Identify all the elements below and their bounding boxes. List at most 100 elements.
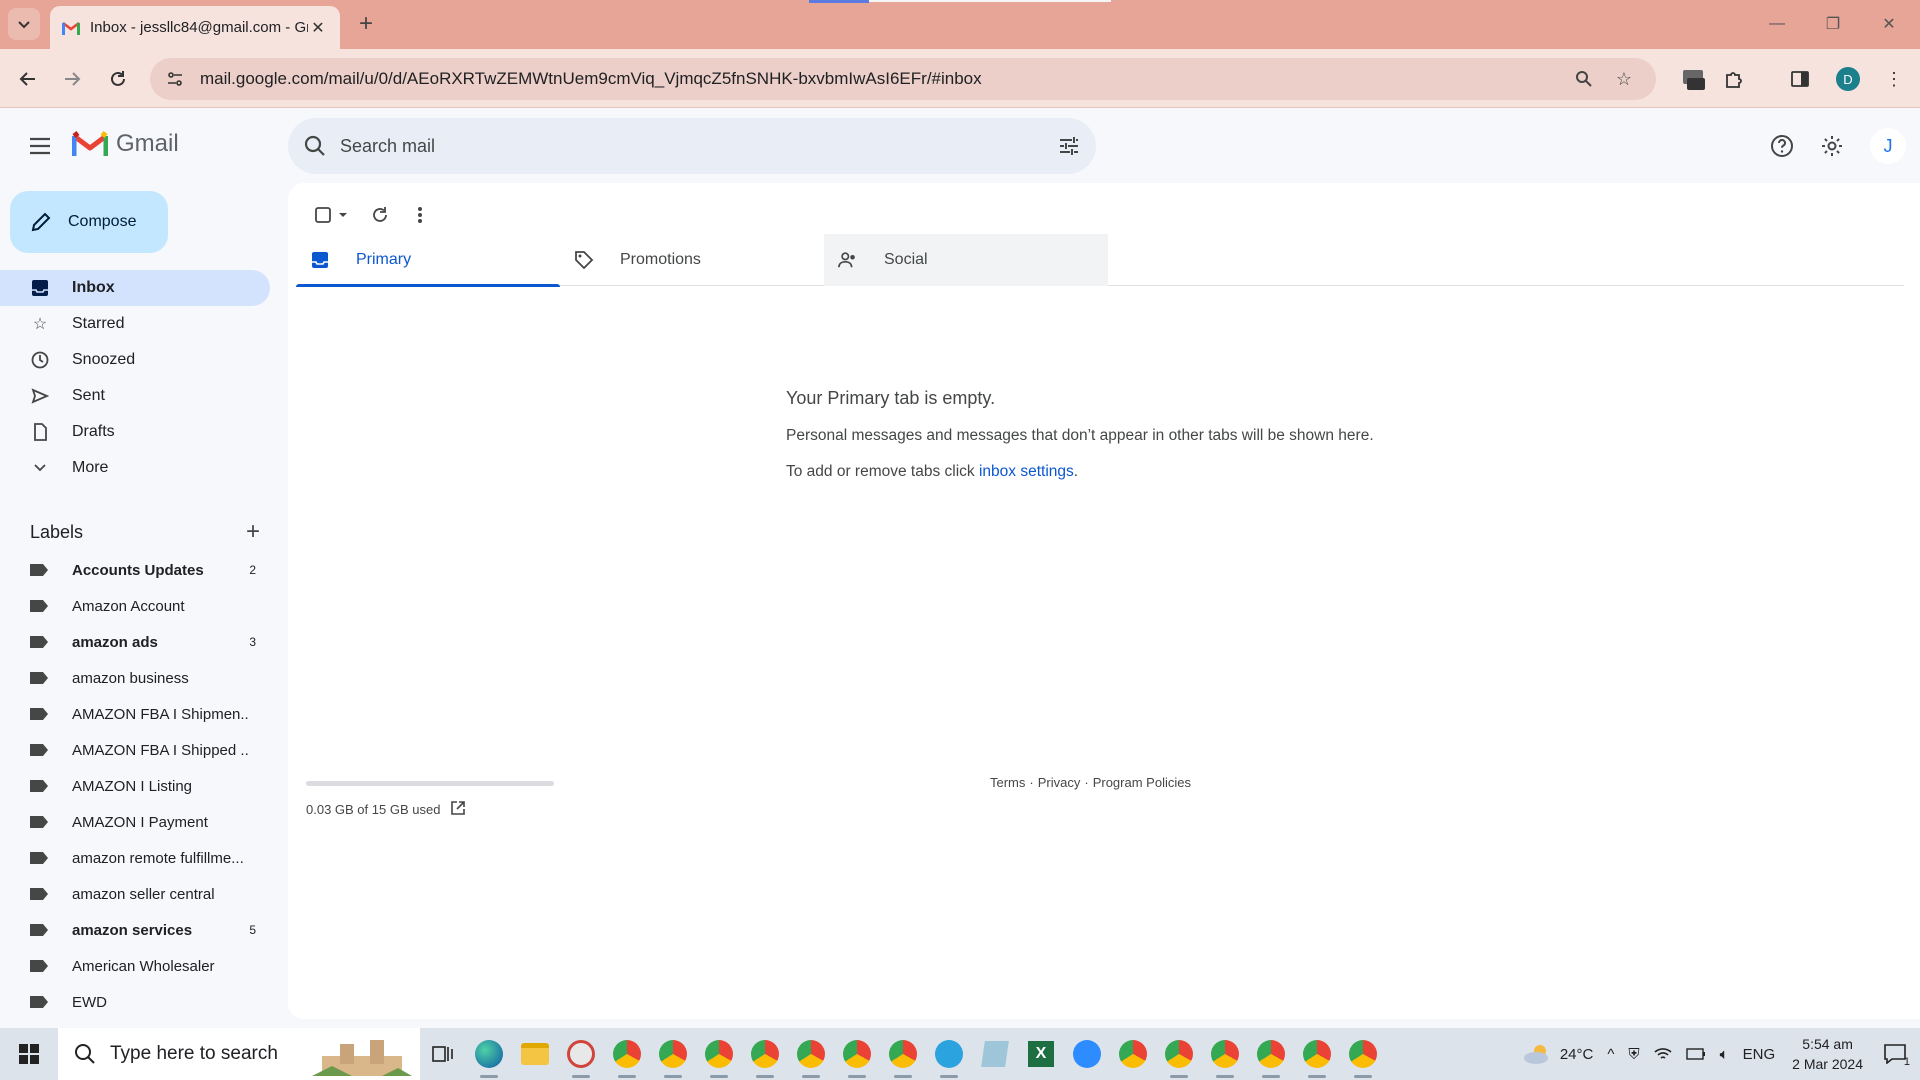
create-label-plus-icon[interactable]: + — [246, 518, 260, 546]
tab-search-button[interactable] — [8, 8, 40, 40]
label-item[interactable]: AMAZON I Listing — [0, 768, 270, 804]
site-info-icon[interactable] — [166, 70, 184, 88]
label-item[interactable]: AMAZON FBA I Shipmen... — [0, 696, 270, 732]
taskbar-chrome-8[interactable] — [1110, 1028, 1156, 1080]
taskbar-chrome-12[interactable] — [1294, 1028, 1340, 1080]
storage-info: 0.03 GB of 15 GB used — [306, 781, 554, 819]
privacy-link[interactable]: Privacy — [1038, 775, 1081, 790]
security-icon[interactable]: ⛨ — [1628, 1046, 1639, 1063]
taskbar-search-box[interactable]: Type here to search — [58, 1028, 420, 1080]
loading-track — [869, 0, 1111, 2]
forward-button[interactable] — [56, 63, 88, 95]
taskbar-zoom[interactable] — [1064, 1028, 1110, 1080]
open-in-new-icon[interactable] — [450, 800, 466, 819]
taskbar-excel[interactable]: X — [1018, 1028, 1064, 1080]
browser-profile-button[interactable]: D — [1832, 63, 1864, 95]
label-item[interactable]: AMAZON FBA I Shipped ... — [0, 732, 270, 768]
label-item[interactable]: EWD — [0, 984, 270, 1020]
label-item[interactable]: amazon business — [0, 660, 270, 696]
taskbar-file-explorer[interactable] — [512, 1028, 558, 1080]
side-panel-icon[interactable] — [1784, 63, 1816, 95]
extension-off-icon[interactable] — [1678, 63, 1710, 95]
label-item[interactable]: amazon remote fulfillme... — [0, 840, 270, 876]
nav-item-sent[interactable]: Sent — [0, 378, 270, 414]
taskbar-chrome-10[interactable] — [1202, 1028, 1248, 1080]
taskbar-telegram[interactable] — [926, 1028, 972, 1080]
help-button[interactable] — [1762, 126, 1802, 166]
nav-label: More — [72, 459, 109, 476]
nav-item-inbox[interactable]: Inbox — [0, 270, 270, 306]
search-icon[interactable] — [304, 135, 326, 157]
search-options-icon[interactable] — [1058, 135, 1080, 157]
taskbar-chrome-1[interactable] — [604, 1028, 650, 1080]
compose-button[interactable]: Compose — [10, 191, 168, 253]
search-input[interactable] — [340, 135, 1058, 157]
taskbar-chrome-4[interactable] — [742, 1028, 788, 1080]
close-tab-icon[interactable]: ✕ — [308, 18, 328, 38]
tab-promotions[interactable]: Promotions — [560, 234, 824, 286]
label-item[interactable]: Amazon Account — [0, 588, 270, 624]
taskbar-app-3[interactable] — [558, 1028, 604, 1080]
notifications-button[interactable]: 1 — [1884, 1044, 1910, 1068]
new-tab-button[interactable]: + — [352, 10, 380, 38]
settings-button[interactable] — [1812, 126, 1852, 166]
tag-icon — [574, 250, 594, 270]
extensions-puzzle-icon[interactable] — [1718, 63, 1750, 95]
label-item[interactable]: American Wholesaler — [0, 948, 270, 984]
zoom-icon[interactable] — [1568, 63, 1600, 95]
nav-item-drafts[interactable]: Drafts — [0, 414, 270, 450]
taskbar-app-notes[interactable] — [972, 1028, 1018, 1080]
label-item[interactable]: AMAZON I Payment — [0, 804, 270, 840]
close-window-button[interactable]: ✕ — [1866, 8, 1912, 40]
weather-widget[interactable]: 24°C — [1522, 1043, 1593, 1065]
volume-icon[interactable]: 🔈︎ — [1720, 1046, 1729, 1063]
language-indicator[interactable]: ENG — [1743, 1046, 1776, 1063]
back-button[interactable] — [12, 63, 44, 95]
nav-item-more[interactable]: More — [0, 450, 270, 486]
taskbar-chrome-2[interactable] — [650, 1028, 696, 1080]
tab-social[interactable]: Social — [824, 234, 1108, 286]
more-options-button[interactable] — [400, 195, 440, 235]
more-vert-icon — [418, 207, 422, 223]
start-button[interactable] — [0, 1028, 58, 1080]
label-item[interactable]: amazon services 5 — [0, 912, 270, 948]
taskbar-chrome-5[interactable] — [788, 1028, 834, 1080]
reload-button[interactable] — [102, 63, 134, 95]
address-bar[interactable]: mail.google.com/mail/u/0/d/AEoRXRTwZEMWt… — [150, 58, 1656, 100]
taskbar-edge[interactable] — [466, 1028, 512, 1080]
bookmark-star-icon[interactable]: ☆ — [1608, 63, 1640, 95]
url-text[interactable]: mail.google.com/mail/u/0/d/AEoRXRTwZEMWt… — [200, 69, 1560, 89]
refresh-button[interactable] — [360, 195, 400, 235]
inbox-settings-link[interactable]: inbox settings — [979, 463, 1074, 480]
taskbar-chrome-7[interactable] — [880, 1028, 926, 1080]
gmail-logo[interactable]: Gmail — [72, 130, 179, 158]
label-item[interactable]: amazon ads 3 — [0, 624, 270, 660]
nav-item-snoozed[interactable]: Snoozed — [0, 342, 270, 378]
program-policies-link[interactable]: Program Policies — [1093, 775, 1191, 790]
taskbar-chrome-11[interactable] — [1248, 1028, 1294, 1080]
chrome-icon — [1165, 1040, 1193, 1068]
label-item[interactable]: Accounts Updates 2 — [0, 552, 270, 588]
select-all-checkbox[interactable] — [304, 195, 360, 235]
nav-item-starred[interactable]: ☆ Starred — [0, 306, 270, 342]
taskbar-chrome-9[interactable] — [1156, 1028, 1202, 1080]
task-view-button[interactable] — [420, 1028, 466, 1080]
taskbar-chrome-6[interactable] — [834, 1028, 880, 1080]
taskbar-chrome-3[interactable] — [696, 1028, 742, 1080]
restore-window-button[interactable]: ❐ — [1810, 8, 1856, 40]
wifi-icon[interactable] — [1654, 1046, 1672, 1062]
clock[interactable]: 5:54 am 2 Mar 2024 — [1792, 1034, 1863, 1074]
minimize-window-button[interactable]: — — [1754, 8, 1800, 40]
taskbar-chrome-13[interactable] — [1340, 1028, 1386, 1080]
chevron-down-icon — [30, 458, 50, 478]
label-item[interactable]: amazon seller central — [0, 876, 270, 912]
tab-primary[interactable]: Primary — [296, 234, 560, 287]
browser-menu-icon[interactable]: ⋮ — [1878, 63, 1910, 95]
terms-link[interactable]: Terms — [990, 775, 1025, 790]
account-avatar[interactable]: J — [1870, 128, 1906, 164]
browser-tab-gmail[interactable]: Inbox - jessllc84@gmail.com - Gmail ✕ — [50, 6, 340, 49]
show-hidden-icons-chevron-icon[interactable]: ^ — [1607, 1046, 1614, 1063]
gmail-app: Gmail J Compose Inbox ☆ Starred Snoozed … — [0, 108, 1920, 1028]
battery-icon[interactable] — [1685, 1048, 1706, 1060]
main-menu-button[interactable] — [20, 126, 60, 166]
